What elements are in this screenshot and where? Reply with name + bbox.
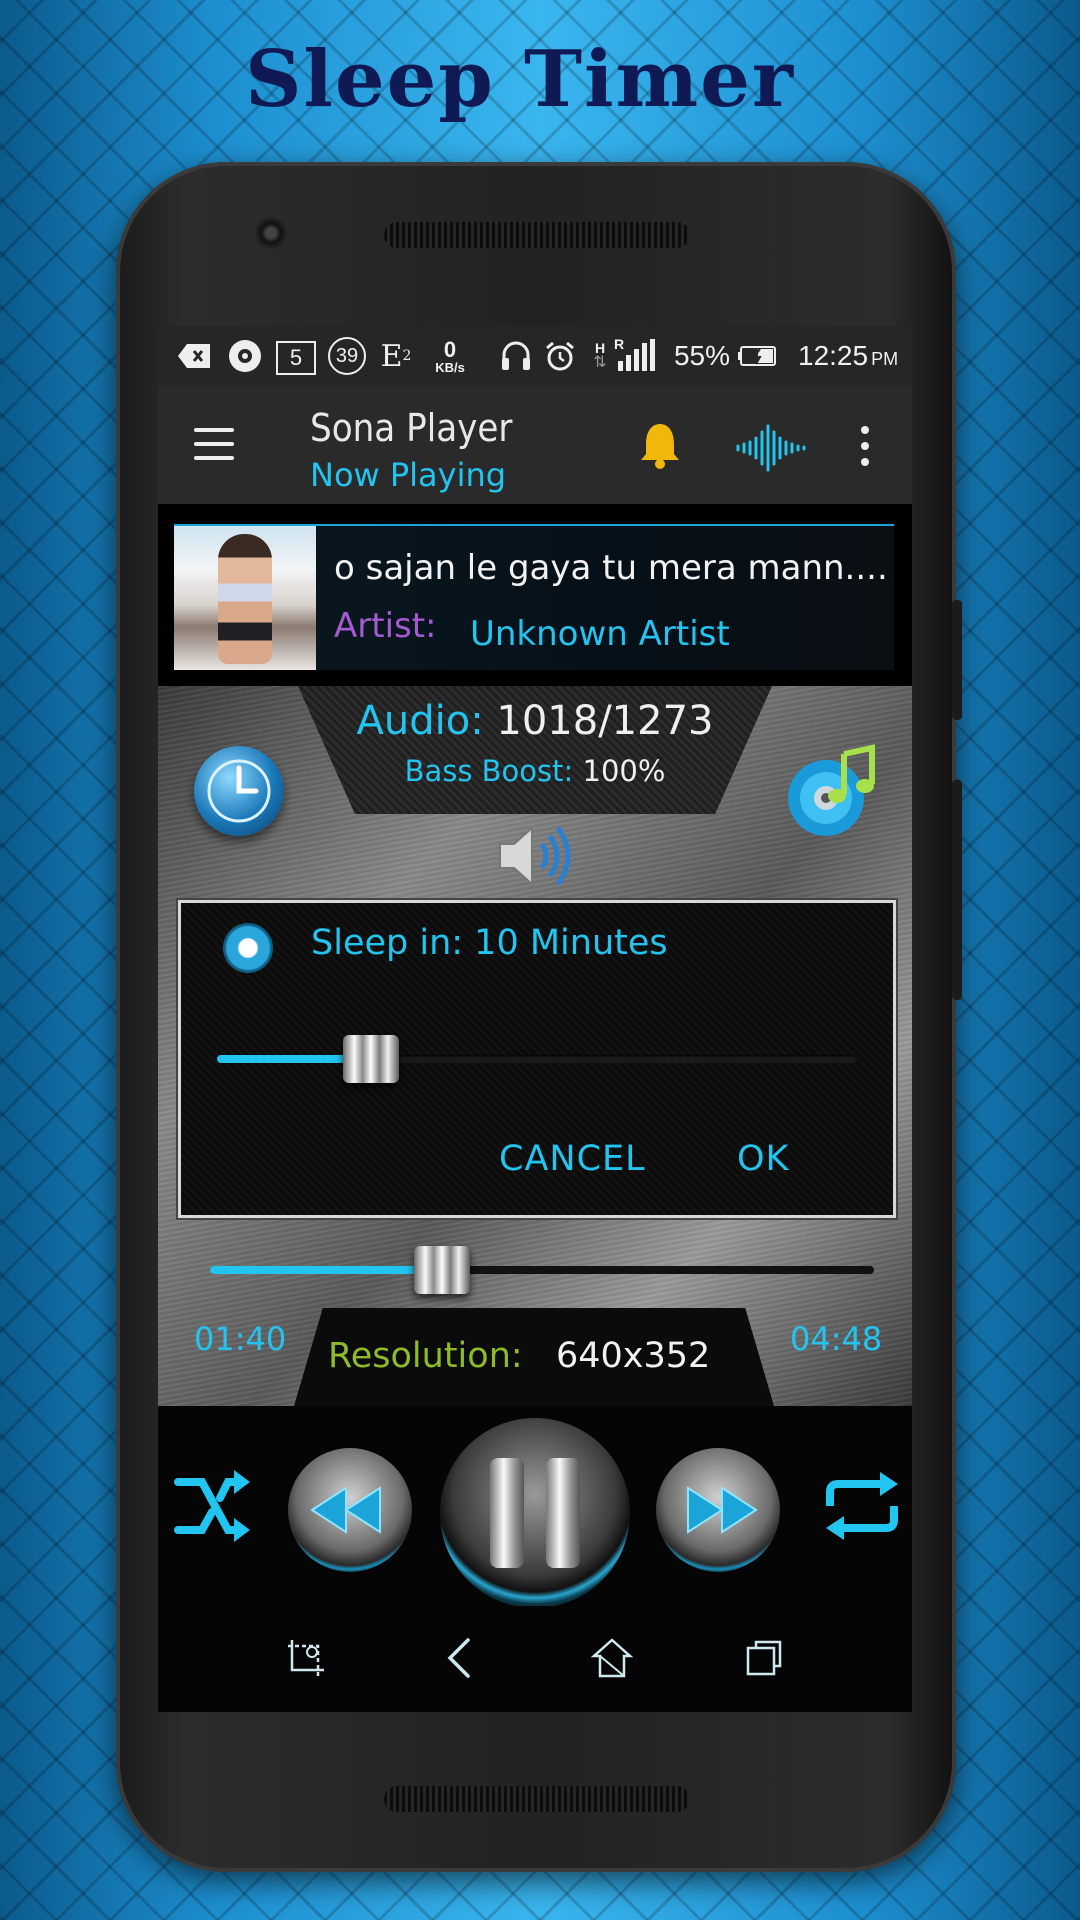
ok-button[interactable]: OK bbox=[737, 1139, 790, 1179]
seek-bar-thumb[interactable] bbox=[414, 1246, 470, 1294]
audio-count: Audio: 1018/1273 bbox=[158, 698, 912, 744]
clear-notification-icon bbox=[176, 338, 212, 374]
sleep-dialog-title: Sleep in: 10 Minutes bbox=[311, 923, 668, 963]
menu-icon[interactable] bbox=[194, 428, 234, 460]
song-title: o sajan le gaya tu mera mann.... bbox=[334, 548, 888, 588]
cancel-button[interactable]: CANCEL bbox=[499, 1139, 646, 1179]
resolution-value: 640x352 bbox=[556, 1336, 711, 1376]
artist-name: Unknown Artist bbox=[470, 614, 730, 654]
now-playing-card[interactable]: o sajan le gaya tu mera mann.... Artist:… bbox=[174, 524, 894, 670]
pause-bar-right bbox=[546, 1458, 580, 1568]
clock-time: 12:25 bbox=[798, 340, 869, 371]
app-bar: Sona Player Now Playing bbox=[158, 386, 912, 504]
data-h-icon: H ⇅ bbox=[588, 338, 612, 374]
battery-percent: 55% bbox=[673, 340, 731, 371]
net-speed-value: 0 bbox=[443, 336, 457, 362]
album-art bbox=[174, 526, 316, 670]
signal-h-text: H bbox=[594, 340, 606, 356]
recent-apps-icon[interactable] bbox=[742, 1636, 786, 1680]
net-speed-unit: KB/s bbox=[435, 359, 465, 375]
volume-icon[interactable] bbox=[496, 818, 576, 894]
notif-e-sub: 2 bbox=[402, 348, 412, 364]
sleep-slider-thumb[interactable] bbox=[343, 1035, 399, 1083]
bass-label: Bass Boost: bbox=[404, 754, 574, 788]
clock: 12:25 PM bbox=[798, 338, 902, 374]
alarm-icon bbox=[542, 338, 578, 374]
bell-icon[interactable] bbox=[638, 422, 682, 470]
signal-r-text: R bbox=[614, 336, 625, 352]
music-library-icon[interactable] bbox=[784, 744, 880, 840]
volume-button bbox=[952, 780, 962, 1000]
home-icon[interactable] bbox=[590, 1636, 634, 1680]
repeat-icon[interactable] bbox=[822, 1466, 902, 1546]
player-panel: Audio: 1018/1273 Bass Boost: 100% Sleep … bbox=[158, 686, 912, 1406]
pause-button[interactable] bbox=[440, 1418, 630, 1608]
clock-ampm: PM bbox=[871, 348, 899, 369]
seek-bar-fill bbox=[210, 1266, 442, 1274]
playback-controls bbox=[158, 1406, 912, 1608]
notification-count-circle: 39 bbox=[328, 337, 366, 375]
status-bar: 5 39 E2 0 KB/s H ⇅ R 55% 12:25 PM bbox=[158, 326, 912, 386]
music-disc-icon bbox=[226, 338, 264, 374]
more-options-icon[interactable] bbox=[858, 426, 872, 470]
bottom-speaker bbox=[384, 1786, 690, 1812]
total-time: 04:48 bbox=[790, 1320, 883, 1358]
headphones-icon bbox=[498, 338, 534, 374]
bass-value: 100% bbox=[582, 754, 666, 788]
sleep-timer-clock-icon[interactable] bbox=[194, 746, 284, 836]
audio-label: Audio: bbox=[356, 698, 484, 744]
notification-count-box: 5 bbox=[276, 341, 316, 375]
screenshot-crop-icon[interactable] bbox=[284, 1636, 328, 1680]
equalizer-wave-icon[interactable] bbox=[734, 424, 806, 472]
top-speaker bbox=[384, 222, 690, 248]
resolution-label: Resolution: bbox=[328, 1336, 523, 1376]
timer-icon bbox=[223, 923, 273, 973]
app-title: Sona Player bbox=[310, 406, 513, 450]
promo-title: Sleep Timer bbox=[245, 34, 795, 125]
shuffle-icon[interactable] bbox=[172, 1466, 252, 1546]
net-speed: 0 KB/s bbox=[426, 338, 474, 374]
back-icon[interactable] bbox=[438, 1636, 482, 1680]
power-button bbox=[952, 600, 962, 720]
phone-screen: 5 39 E2 0 KB/s H ⇅ R 55% 12:25 PM Sona P… bbox=[158, 326, 912, 1712]
fast-forward-button[interactable] bbox=[656, 1448, 780, 1572]
elapsed-time: 01:40 bbox=[194, 1320, 287, 1358]
rewind-button[interactable] bbox=[288, 1448, 412, 1572]
sleep-timer-dialog: Sleep in: 10 Minutes CANCEL OK bbox=[178, 900, 896, 1218]
navigation-bar bbox=[158, 1606, 912, 1712]
data-arrows: ⇅ bbox=[593, 354, 607, 371]
app-subtitle: Now Playing bbox=[310, 456, 507, 494]
notif-e-text: E bbox=[380, 338, 403, 374]
notification-e-icon: E2 bbox=[378, 338, 414, 374]
signal-strength-icon: R bbox=[614, 336, 658, 374]
front-camera bbox=[254, 216, 288, 250]
battery-icon bbox=[738, 338, 778, 374]
audio-value: 1018/1273 bbox=[496, 698, 714, 744]
pause-bar-left bbox=[490, 1458, 524, 1568]
artist-label: Artist: bbox=[334, 606, 437, 646]
